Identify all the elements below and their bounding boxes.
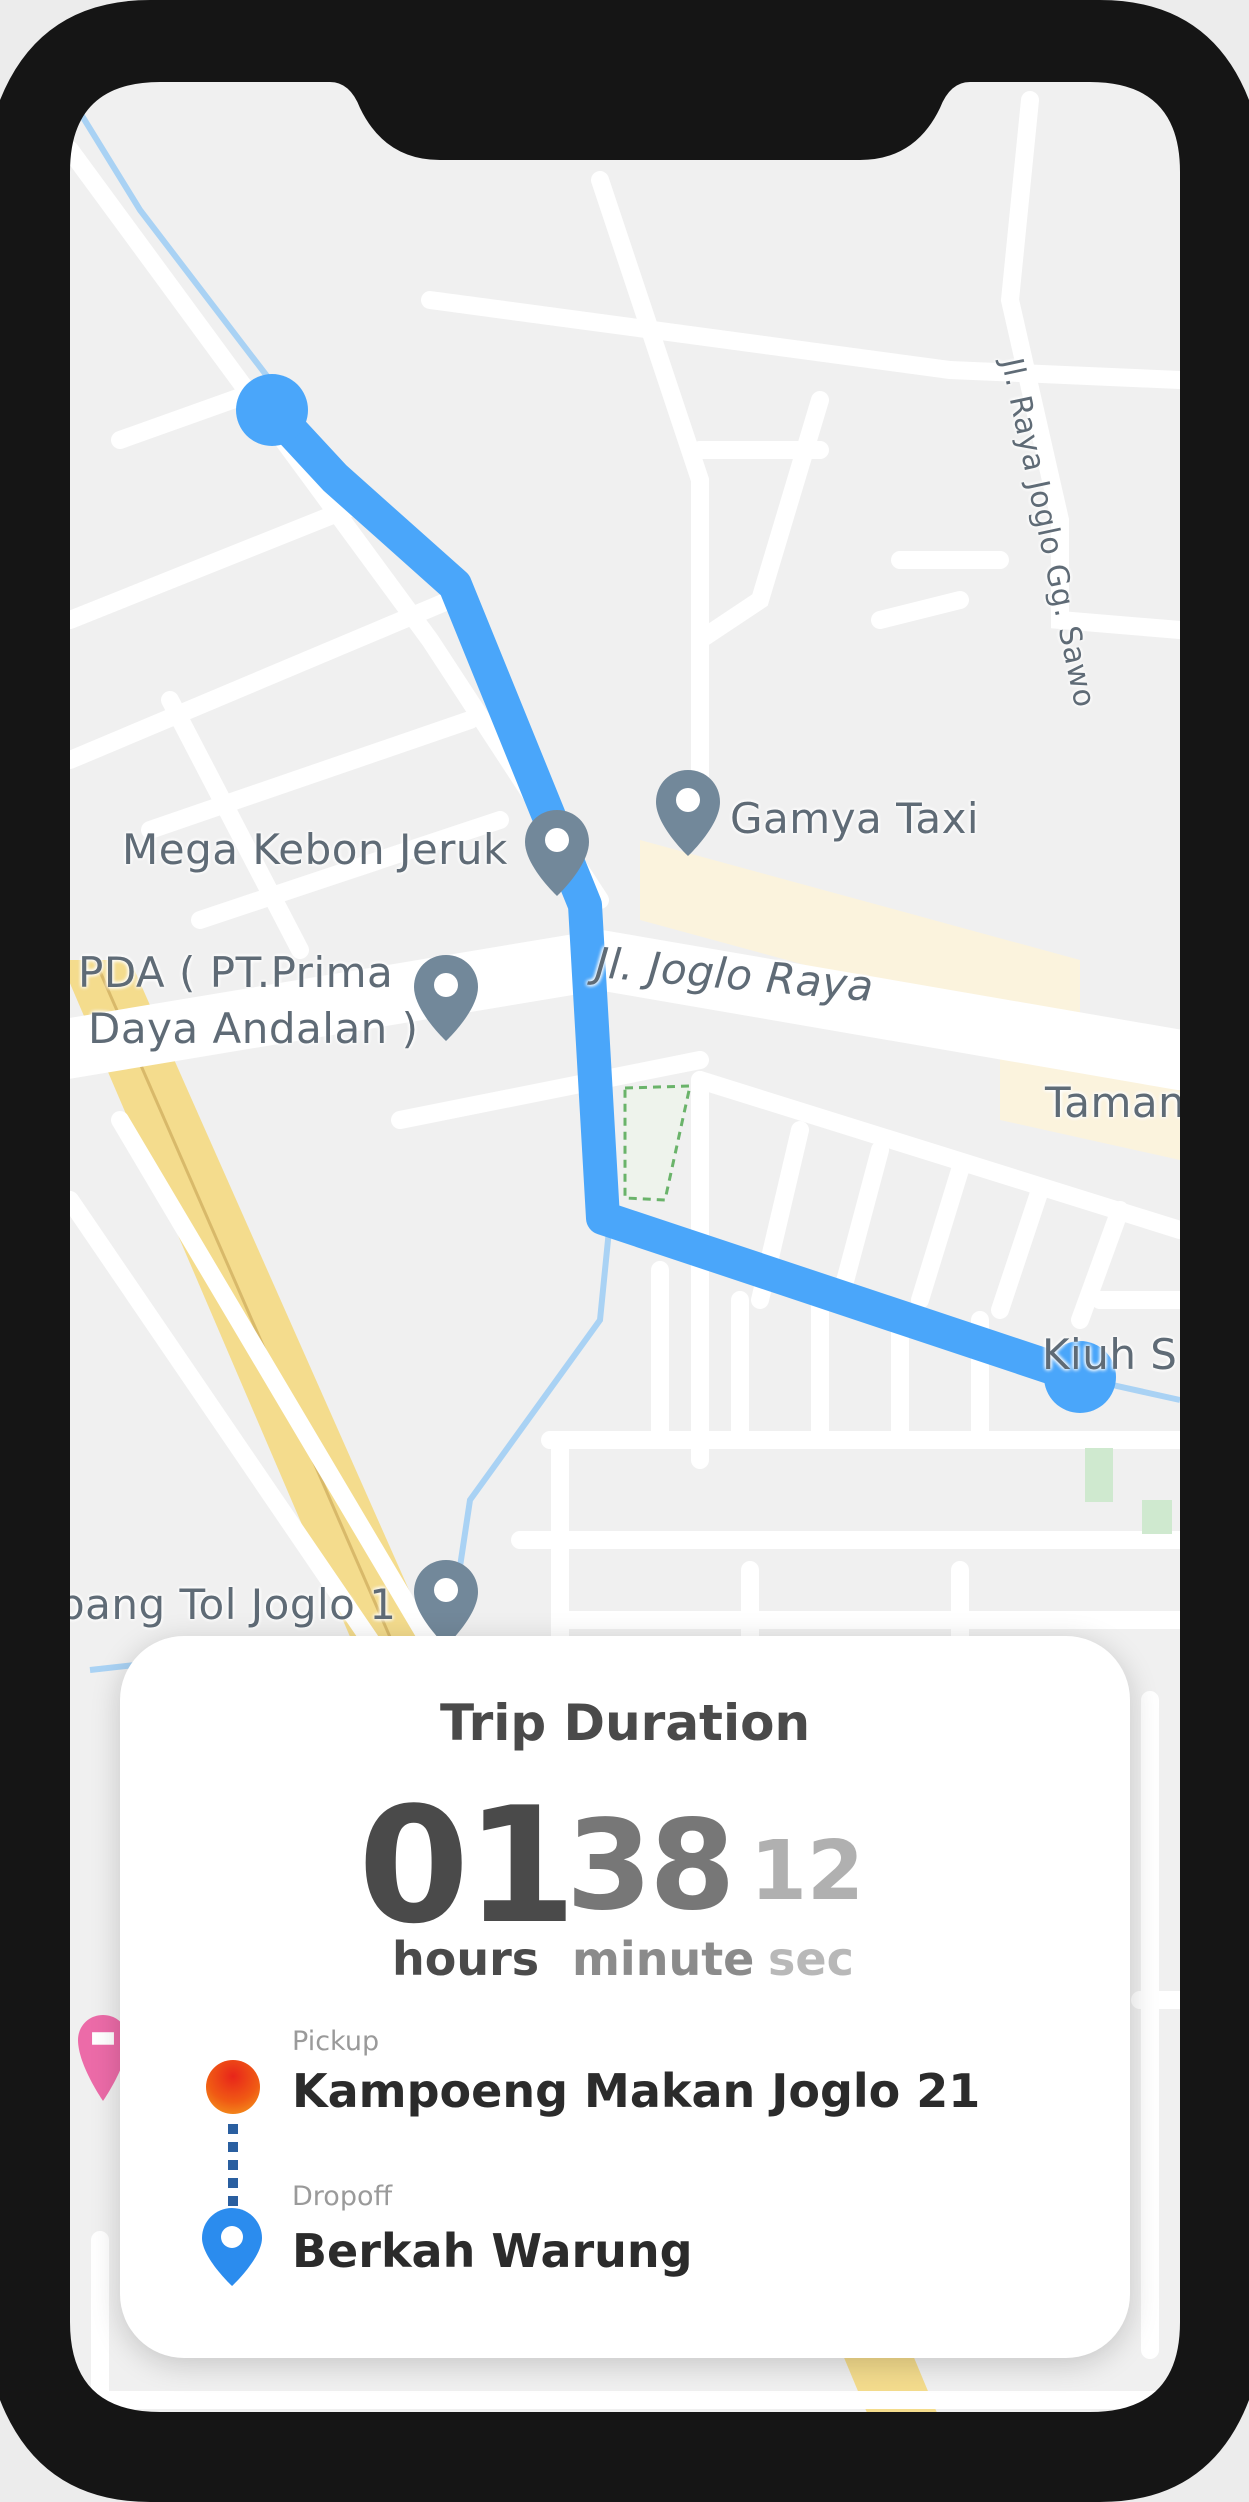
- pda-pin-icon[interactable]: [414, 955, 478, 1041]
- pickup-caption: Pickup: [292, 2026, 380, 2057]
- pickup-location-name[interactable]: Kampoeng Makan Joglo 21: [292, 2064, 980, 2118]
- minute-value: 38: [566, 1794, 736, 1938]
- map-label-pda-line2: Daya Andalan ): [88, 1004, 419, 1053]
- sec-value: 12: [750, 1824, 865, 1919]
- minute-label: minute: [572, 1932, 755, 1986]
- mega-kebon-jeruk-pin-icon[interactable]: [525, 810, 589, 896]
- pickup-dot-icon: [206, 2060, 260, 2114]
- sec-label: sec: [768, 1932, 854, 1986]
- hours-value: 01: [358, 1772, 577, 1959]
- gamya-taxi-pin-icon[interactable]: [656, 770, 720, 856]
- dropoff-pin-icon: [202, 2208, 262, 2286]
- map-label-mega-kebon-jeruk: Mega Kebon Jeruk: [122, 825, 508, 874]
- trip-duration-title: Trip Duration: [439, 1694, 811, 1752]
- map-label-kiuh-s: Kiuh S: [1042, 1330, 1178, 1379]
- hours-label: hours: [392, 1932, 540, 1986]
- map-label-taman: Taman: [1045, 1078, 1186, 1127]
- corner-pin-icon[interactable]: [0, 2450, 60, 2502]
- dropoff-caption: Dropoff: [292, 2181, 393, 2212]
- tol-joglo-pin-icon[interactable]: [414, 1560, 478, 1646]
- map-label-gamya-taxi: Gamya Taxi: [730, 794, 980, 843]
- trip-duration-card[interactable]: Trip Duration 01 38 12 hours minute sec …: [120, 1636, 1130, 2358]
- map-label-tol-joglo: bang Tol Joglo 1: [58, 1580, 397, 1629]
- map-label-pda-line1: PDA ( PT.Prima: [78, 948, 394, 997]
- route-start-marker[interactable]: [236, 374, 308, 446]
- dropoff-location-name[interactable]: Berkah Warung: [292, 2224, 693, 2278]
